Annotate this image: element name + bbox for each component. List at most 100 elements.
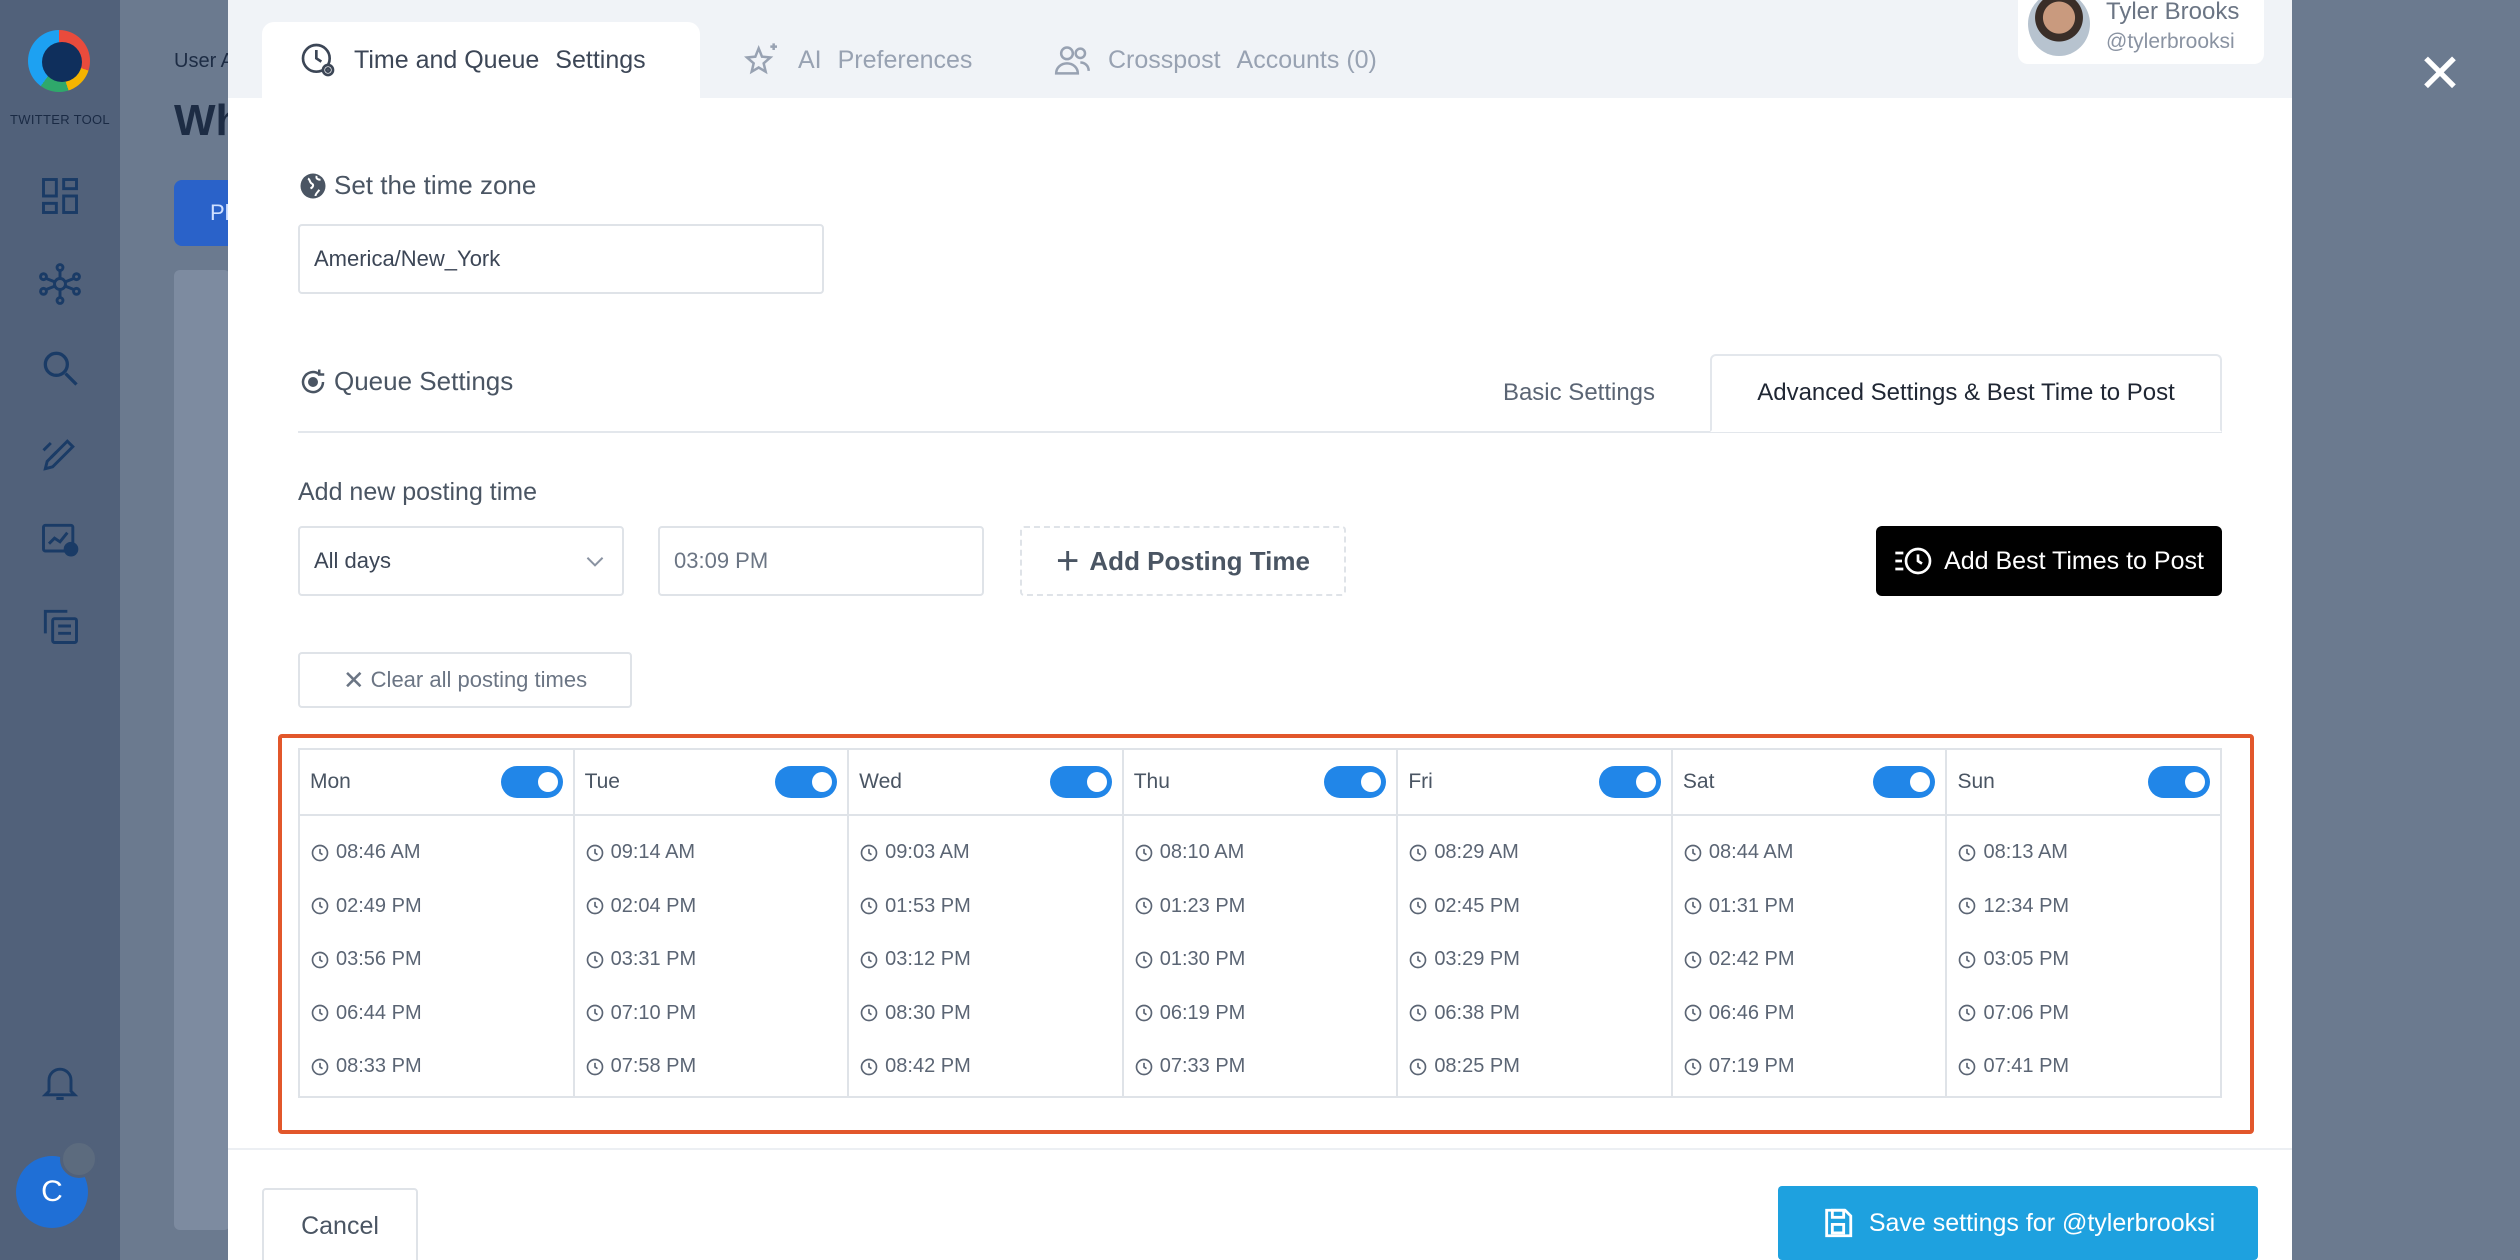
day-toggle[interactable]	[1049, 766, 1112, 798]
posting-time-slot[interactable]: 01:53 PM	[849, 880, 1122, 934]
clock-icon	[1683, 950, 1703, 970]
posting-time-slot[interactable]: 08:33 PM	[300, 1040, 573, 1094]
posting-time-slot[interactable]: 09:03 AM	[849, 826, 1122, 880]
tab-ai-preferences[interactable]: AI Preferences	[706, 22, 1008, 98]
posting-time-value: 12:34 PM	[1983, 894, 2070, 917]
posting-time-slot[interactable]: 08:29 AM	[1398, 826, 1671, 880]
clock-icon	[310, 1003, 330, 1023]
posting-time-slot[interactable]: 03:29 PM	[1398, 933, 1671, 987]
posting-time-slot[interactable]: 08:10 AM	[1124, 826, 1397, 880]
posting-time-value: 08:30 PM	[885, 1001, 971, 1024]
posting-time-slot[interactable]: 08:30 PM	[849, 987, 1122, 1041]
tab-advanced-settings-label: Advanced Settings & Best Time to Post	[1757, 379, 2175, 406]
clear-posting-times-label: Clear all posting times	[370, 667, 588, 692]
time-list: 09:14 AM 02:04 PM 03:31 PM 07:10 PM 07:58 PM	[575, 816, 848, 1094]
day-toggle[interactable]	[1873, 766, 1936, 798]
day-toggle[interactable]	[2148, 766, 2211, 798]
posting-time-slot[interactable]: 07:41 PM	[1947, 1040, 2220, 1094]
add-best-times-button[interactable]: Add Best Times to Post	[1876, 526, 2222, 596]
posting-time-slot[interactable]: 02:42 PM	[1673, 933, 1946, 987]
posting-time-slot[interactable]: 02:45 PM	[1398, 880, 1671, 934]
app-sidebar: TWITTER TOOL C	[0, 0, 120, 1260]
add-posting-time-button[interactable]: + Add Posting Time	[1020, 526, 1346, 596]
time-input[interactable]: 03:09 PM	[658, 526, 984, 596]
account-avatar-badge	[60, 1140, 98, 1178]
day-toggle[interactable]	[500, 766, 563, 798]
days-select[interactable]: All days	[298, 526, 624, 596]
background-panel	[174, 270, 230, 1230]
posting-time-value: 08:25 PM	[1434, 1055, 1520, 1078]
posting-time-slot[interactable]: 07:10 PM	[575, 987, 848, 1041]
add-best-times-label: Add Best Times to Post	[1944, 546, 2204, 575]
posting-time-slot[interactable]: 02:04 PM	[575, 880, 848, 934]
chevron-down-icon	[586, 557, 604, 567]
dashboard-icon[interactable]	[38, 174, 82, 218]
posting-time-slot[interactable]: 06:44 PM	[300, 987, 573, 1041]
clock-icon	[585, 843, 605, 863]
day-column-sun: Sun 08:13 AM 12:34 PM 03:05 PM 07:06 PM 07:41…	[1947, 750, 2221, 1096]
posting-time-slot[interactable]: 02:49 PM	[300, 880, 573, 934]
day-toggle[interactable]	[1598, 766, 1661, 798]
timezone-label-text: Set the time zone	[334, 170, 537, 200]
posting-time-value: 01:30 PM	[1159, 948, 1246, 971]
tab-advanced-settings[interactable]: Advanced Settings & Best Time to Post	[1710, 354, 2222, 432]
posting-time-slot[interactable]: 03:12 PM	[849, 933, 1122, 987]
clock-icon	[585, 1003, 605, 1023]
tab-time-queue-settings[interactable]: Time and Queue Settings	[262, 22, 700, 98]
posting-time-slot[interactable]: 01:23 PM	[1124, 880, 1397, 934]
tab-basic-settings[interactable]: Basic Settings	[1468, 354, 1690, 432]
posting-time-slot[interactable]: 07:58 PM	[575, 1040, 848, 1094]
day-toggle[interactable]	[1324, 766, 1387, 798]
posting-time-slot[interactable]: 09:14 AM	[575, 826, 848, 880]
posting-time-slot[interactable]: 06:19 PM	[1124, 987, 1397, 1041]
posting-time-slot[interactable]: 07:19 PM	[1673, 1040, 1946, 1094]
clock-icon	[1957, 1003, 1977, 1023]
posting-time-slot[interactable]: 07:06 PM	[1947, 987, 2220, 1041]
timezone-value: America/New_York	[314, 246, 501, 271]
day-header: Sun	[1947, 750, 2221, 816]
compose-icon[interactable]	[38, 432, 82, 476]
posting-time-slot[interactable]: 08:42 PM	[849, 1040, 1122, 1094]
profile-chip[interactable]: Tyler Brooks @tylerbrooksi	[2018, 0, 2264, 64]
posting-time-value: 08:46 AM	[336, 841, 421, 864]
posting-time-slot[interactable]: 08:44 AM	[1673, 826, 1946, 880]
posting-time-slot[interactable]: 08:25 PM	[1398, 1040, 1671, 1094]
cancel-button[interactable]: Cancel	[262, 1188, 418, 1260]
posting-time-slot[interactable]: 08:46 AM	[300, 826, 573, 880]
network-icon[interactable]	[38, 262, 82, 306]
copy-icon[interactable]	[38, 604, 82, 648]
search-icon[interactable]	[38, 346, 82, 390]
timezone-input[interactable]: America/New_York	[298, 224, 824, 294]
posting-time-slot[interactable]: 06:46 PM	[1673, 987, 1946, 1041]
clear-posting-times-button[interactable]: ✕ Clear all posting times	[298, 652, 632, 708]
close-icon[interactable]: ✕	[2416, 47, 2464, 101]
clock-icon	[310, 950, 330, 970]
clock-icon	[310, 896, 330, 916]
posting-time-slot[interactable]: 03:05 PM	[1947, 933, 2220, 987]
posting-time-slot[interactable]: 12:34 PM	[1947, 880, 2220, 934]
save-settings-button[interactable]: Save settings for @tylerbrooksi	[1778, 1186, 2258, 1260]
posting-time-value: 09:03 AM	[885, 841, 970, 864]
bell-icon[interactable]	[38, 1060, 82, 1104]
day-label: Sat	[1682, 770, 1715, 793]
day-toggle[interactable]	[775, 766, 838, 798]
posting-time-slot[interactable]: 01:31 PM	[1673, 880, 1946, 934]
posting-time-value: 06:19 PM	[1159, 1001, 1246, 1024]
background-button: Pl	[174, 180, 234, 246]
app-logo[interactable]	[28, 30, 90, 92]
clock-icon	[1683, 896, 1703, 916]
tab-crosspost-accounts[interactable]: Crosspost Accounts (0)	[1016, 22, 1413, 98]
posting-time-slot[interactable]: 01:30 PM	[1124, 933, 1397, 987]
posting-time-slot[interactable]: 06:38 PM	[1398, 987, 1671, 1041]
cancel-label: Cancel	[301, 1211, 379, 1240]
posting-time-slot[interactable]: 07:33 PM	[1124, 1040, 1397, 1094]
posting-time-slot[interactable]: 08:13 AM	[1947, 826, 2220, 880]
timezone-label: Set the time zone	[298, 170, 536, 201]
posting-time-slot[interactable]: 03:56 PM	[300, 933, 573, 987]
tab-label: Time and Queue	[354, 45, 540, 74]
clock-icon	[585, 950, 605, 970]
day-column-fri: Fri 08:29 AM 02:45 PM 03:29 PM 06:38 PM 08:25…	[1398, 750, 1673, 1096]
posting-time-slot[interactable]: 03:31 PM	[575, 933, 848, 987]
analytics-icon[interactable]	[38, 518, 82, 562]
day-column-thu: Thu 08:10 AM 01:23 PM 01:30 PM 06:19 PM 07:33…	[1123, 750, 1399, 1096]
